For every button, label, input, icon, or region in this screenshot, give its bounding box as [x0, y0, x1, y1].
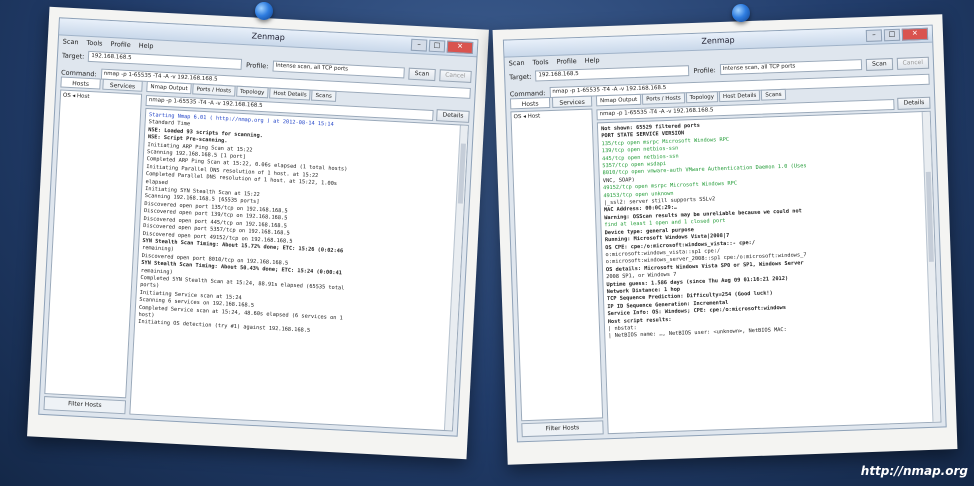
maximize-button[interactable]: □ — [883, 28, 901, 42]
photo-frame-left: Zenmap – □ ✕ Scan Tools Profile Help Tar… — [27, 6, 489, 460]
profile-label: Profile: — [693, 65, 716, 75]
tab-hosts[interactable]: Hosts — [509, 97, 551, 110]
host-list-header: OS ◂ Host — [62, 92, 90, 100]
tab-services[interactable]: Services — [551, 95, 593, 108]
menu-scan[interactable]: Scan — [63, 37, 79, 46]
push-pin-icon — [255, 2, 273, 20]
tab-scans[interactable]: Scans — [311, 89, 337, 102]
minimize-button[interactable]: – — [865, 29, 883, 42]
nmap-output-text[interactable]: Starting Nmap 6.01 ( http://nmap.org ) a… — [129, 107, 469, 432]
tab-scans[interactable]: Scans — [761, 88, 786, 101]
tab-host-details[interactable]: Host Details — [718, 89, 761, 103]
menu-profile[interactable]: Profile — [110, 40, 131, 49]
menu-scan[interactable]: Scan — [509, 58, 525, 67]
site-url: http://nmap.org — [860, 464, 968, 478]
tab-nmap-output[interactable]: Nmap Output — [146, 80, 192, 95]
scan-button[interactable]: Scan — [865, 57, 893, 71]
photo-frame-right: Zenmap – □ ✕ Scan Tools Profile Help Tar… — [492, 14, 958, 465]
close-button[interactable]: ✕ — [901, 27, 929, 41]
scan-button[interactable]: Scan — [408, 67, 436, 81]
push-pin-icon — [732, 4, 750, 22]
tab-topology[interactable]: Topology — [235, 85, 269, 99]
menu-profile[interactable]: Profile — [556, 57, 576, 66]
cancel-button[interactable]: Cancel — [896, 56, 930, 70]
host-list-header: OS ◂ Host — [513, 113, 541, 121]
tab-hosts[interactable]: Hosts — [60, 76, 101, 90]
target-label: Target: — [61, 51, 85, 61]
menu-help[interactable]: Help — [139, 41, 154, 50]
menu-tools[interactable]: Tools — [532, 58, 548, 67]
profile-label: Profile: — [245, 60, 269, 70]
host-list[interactable]: OS ◂ Host — [510, 108, 604, 422]
tab-nmap-output[interactable]: Nmap Output — [595, 93, 642, 107]
zenmap-window-right: Zenmap – □ ✕ Scan Tools Profile Help Tar… — [502, 24, 947, 443]
details-button[interactable]: Details — [436, 109, 470, 123]
host-list[interactable]: OS ◂ Host — [44, 89, 143, 399]
target-label: Target: — [509, 72, 532, 81]
tab-ports-hosts[interactable]: Ports / Hosts — [192, 83, 236, 97]
filter-hosts-button[interactable]: Filter Hosts — [521, 420, 604, 438]
menu-help[interactable]: Help — [585, 56, 600, 65]
maximize-button[interactable]: □ — [428, 39, 446, 53]
nmap-output-text[interactable]: Not shown: 65529 filtered ports PORT STAT… — [596, 110, 942, 435]
tab-topology[interactable]: Topology — [685, 91, 719, 104]
minimize-button[interactable]: – — [410, 38, 428, 52]
details-button[interactable]: Details — [897, 96, 931, 110]
tab-host-details[interactable]: Host Details — [269, 87, 311, 101]
tab-ports-hosts[interactable]: Ports / Hosts — [642, 92, 685, 105]
profile-select[interactable]: Intense scan, all TCP ports — [719, 59, 863, 76]
menu-tools[interactable]: Tools — [86, 38, 102, 47]
filter-hosts-button[interactable]: Filter Hosts — [43, 396, 127, 415]
tab-services[interactable]: Services — [102, 78, 143, 92]
cancel-button[interactable]: Cancel — [438, 68, 472, 83]
zenmap-window-left: Zenmap – □ ✕ Scan Tools Profile Help Tar… — [38, 17, 479, 437]
close-button[interactable]: ✕ — [446, 40, 474, 54]
